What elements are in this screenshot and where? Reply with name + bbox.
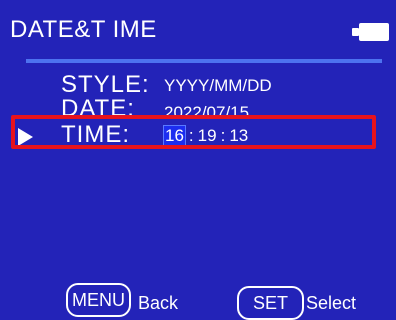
date-label: DATE: xyxy=(61,95,135,116)
highlight-annotation-box xyxy=(11,115,376,149)
select-caption: Select xyxy=(306,293,357,313)
date-setting-row[interactable]: DATE: 2022/07/15 xyxy=(0,90,396,116)
date-time-screen: DATE&T IME STYLE: YYYY/MM/DD DATE: 2022/… xyxy=(0,0,396,320)
screen-title: DATE&T IME xyxy=(10,16,157,43)
battery-icon xyxy=(351,23,391,41)
header-divider xyxy=(26,59,382,63)
set-button[interactable]: SET xyxy=(237,286,304,320)
battery-body xyxy=(359,23,389,41)
back-caption: Back xyxy=(138,293,179,313)
menu-button[interactable]: MENU xyxy=(66,283,131,317)
battery-terminal xyxy=(352,28,359,36)
